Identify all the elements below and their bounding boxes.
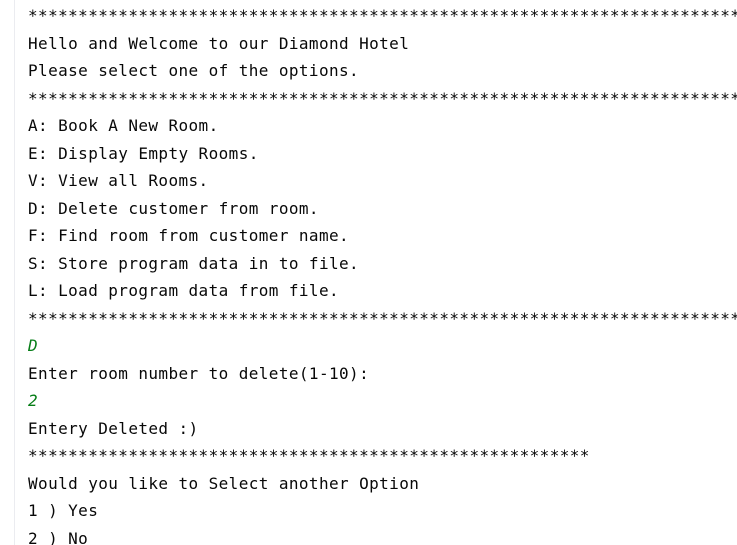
room-number-prompt: Enter room number to delete(1-10): (28, 363, 370, 383)
separator-line: ****************************************… (28, 88, 737, 108)
run-console-output[interactable]: ****************************************… (28, 2, 737, 545)
separator-line: ****************************************… (28, 6, 737, 25)
choice-no: 2 ) No (28, 528, 89, 545)
menu-option-find-room: F: Find room from customer name. (28, 226, 350, 245)
welcome-text: Hello and Welcome to our Diamond Hotel (28, 33, 410, 53)
editor-gutter (0, 0, 15, 545)
separator-line: ****************************************… (28, 308, 737, 328)
menu-option-view-all: V: View all Rooms. (28, 171, 209, 190)
user-input-option: D (28, 336, 39, 355)
another-option-prompt: Would you like to Select another Option (28, 473, 420, 493)
prompt-text: Please select one of the options. (28, 61, 360, 80)
menu-option-delete-customer: D: Delete customer from room. (28, 198, 319, 218)
menu-option-load-data: L: Load program data from file. (28, 281, 340, 300)
deleted-confirmation: Entery Deleted :) (28, 418, 199, 438)
choice-yes: 1 ) Yes (28, 501, 99, 520)
menu-option-store-data: S: Store program data in to file. (28, 253, 360, 273)
menu-option-book-room: A: Book A New Room. (28, 116, 219, 135)
separator-line: ****************************************… (28, 446, 590, 465)
user-input-room-number: 2 (28, 391, 39, 410)
menu-option-display-empty: E: Display Empty Rooms. (28, 143, 259, 163)
